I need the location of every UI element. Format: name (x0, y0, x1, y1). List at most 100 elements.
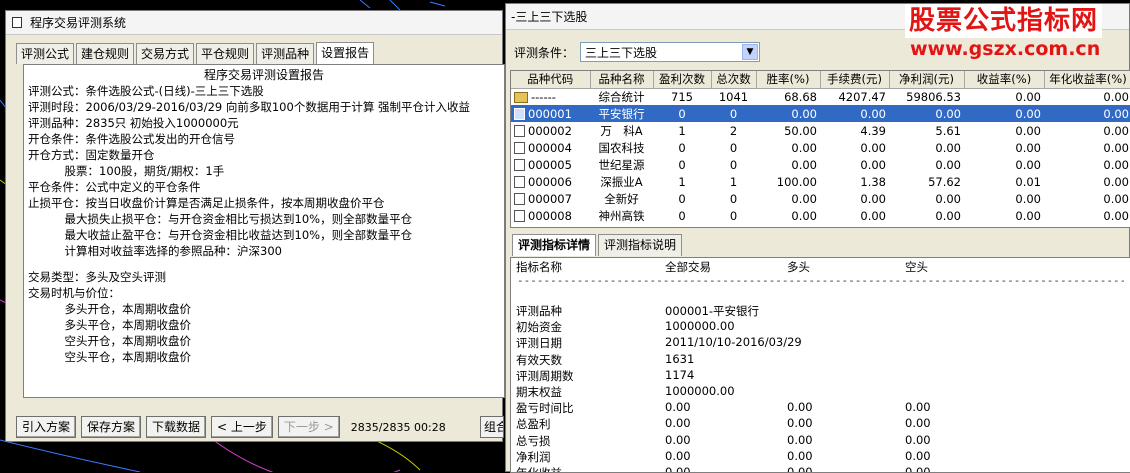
report-line: 最大收益止盈平仓：与开仓资金相比收益达到10%，则全部数量平仓 (28, 228, 413, 242)
detail-blank-row (511, 286, 1130, 302)
cell-winrate: 100.00 (776, 174, 817, 189)
tab-close-rules[interactable]: 平仓规则 (196, 43, 255, 64)
detail-header-all: 全部交易 (665, 260, 711, 274)
cell-code: 000005 (511, 156, 590, 173)
cell-annual: 0.00 (1103, 191, 1129, 206)
table-row[interactable]: 000007 全新好 0 0 0.00 0.00 0.00 0.00 0.00 (511, 190, 1130, 207)
table-row[interactable]: 000002 万 科A 1 2 50.00 4.39 5.61 0.00 0.0… (511, 122, 1130, 139)
cell-name: 综合统计 (598, 89, 645, 104)
cell-profit: 0.00 (935, 140, 961, 155)
cell-annual: 0.00 (1044, 105, 1130, 122)
detail-name: 评测周期数 (516, 368, 574, 383)
table-row[interactable]: 000004 国农科技 0 0 0.00 0.00 0.00 0.00 0.00 (511, 139, 1130, 156)
cell-winrate: 68.68 (784, 89, 817, 104)
report-line: 评测时段：2006/03/29-2016/03/29 向前多取100个数据用于计… (28, 100, 470, 114)
report-line: 评测品种：2835只 初始投入1000000元 (28, 116, 239, 130)
document-icon (514, 158, 525, 171)
tab-indicator-explanation[interactable]: 评测指标说明 (598, 234, 683, 256)
detail-name: 初始资金 (516, 320, 562, 335)
report-line: 交易类型：多头及空头评测 (28, 270, 166, 284)
table-row[interactable]: 000006 深振业A 1 1 100.00 1.38 57.62 0.01 0… (511, 173, 1130, 190)
table-row-selected[interactable]: 000001 平安银行 0 0 0.00 0.00 0.00 0.00 0.00 (511, 105, 1130, 122)
table-row[interactable]: 000005 世纪星源 0 0 0.00 0.00 0.00 0.00 0.00 (511, 156, 1130, 173)
cell-code: ------ (511, 88, 590, 105)
col-header-profit[interactable]: 净利润(元) (889, 71, 965, 89)
cell-profit: 0.00 (935, 208, 961, 223)
detail-tabs: 评测指标详情 评测指标说明 (512, 234, 684, 256)
button-bar: 引入方案 保存方案 下载数据 < 上一步 下一步 > 2835/2835 00:… (16, 416, 446, 438)
window-titlebar[interactable]: 程序交易评测系统 (6, 11, 502, 35)
stock-selection-window: -三上三下选股 评测条件： 三上三下选股 ▼ 品种代码 品种名称 盈利次数 总次… (505, 3, 1130, 473)
settings-report[interactable]: 程序交易评测设置报告 评测公式：条件选股公式-(日线)-三上三下选股 评测时段：… (23, 64, 505, 398)
detail-short: 0.00 (905, 416, 931, 431)
table-row[interactable]: 000008 神州高铁 0 0 0.00 0.00 0.00 0.00 0.00 (511, 207, 1130, 224)
detail-row: 评测品种 000001-平安银行 (511, 302, 1130, 318)
cell-annual: 0.00 (1103, 208, 1129, 223)
col-header-fee[interactable]: 手续费(元) (820, 71, 890, 89)
col-header-winrate[interactable]: 胜率(%) (756, 71, 821, 89)
condition-value: 三上三下选股 (585, 45, 658, 60)
document-icon (514, 209, 525, 222)
col-header-wins[interactable]: 盈利次数 (653, 71, 712, 89)
col-header-annual[interactable]: 年化收益率(%) (1044, 71, 1130, 89)
chevron-down-icon[interactable]: ▼ (742, 44, 759, 60)
detail-row: 总盈利 0.00 0.00 0.00 (511, 415, 1130, 431)
cell-fee: 0.00 (820, 105, 889, 122)
cell-name: 世纪星源 (598, 157, 645, 172)
tab-formula[interactable]: 评测公式 (16, 43, 75, 64)
detail-row: 盈亏时间比 0.00 0.00 0.00 (511, 399, 1130, 415)
detail-row: 初始资金 1000000.00 (511, 318, 1130, 334)
cell-fee: 0.00 (860, 208, 886, 223)
prev-step-button[interactable]: < 上一步 (211, 416, 273, 438)
cell-annual: 0.00 (1103, 174, 1129, 189)
cell-winrate: 0.00 (791, 157, 817, 172)
cell-code: 000007 (511, 190, 590, 207)
detail-all: 1000000.00 (665, 319, 735, 334)
detail-name: 盈亏时间比 (516, 401, 574, 416)
document-icon (514, 175, 525, 188)
cell-profit: 0.00 (889, 105, 964, 122)
detail-row: 评测日期 2011/10/10-2016/03/29 (511, 334, 1130, 350)
stock-table[interactable]: 品种代码 品种名称 盈利次数 总次数 胜率(%) 手续费(元) 净利润(元) 收… (510, 70, 1130, 228)
next-step-button[interactable]: 下一步 > (277, 416, 340, 438)
detail-separator: ----------------------------------------… (517, 276, 1124, 286)
cell-total: 1 (729, 174, 738, 189)
watermark-url: www.gszx.com.cn (910, 38, 1101, 60)
col-header-code[interactable]: 品种代码 (511, 71, 591, 89)
cell-profit: 59806.53 (906, 89, 961, 104)
download-data-button[interactable]: 下载数据 (146, 416, 207, 438)
condition-select[interactable]: 三上三下选股 ▼ (580, 42, 761, 62)
col-header-total[interactable]: 总次数 (711, 71, 757, 89)
window-title: 程序交易评测系统 (30, 16, 127, 30)
cell-fee: 4.39 (860, 123, 886, 138)
detail-short: 0.00 (905, 432, 931, 447)
cell-wins: 1 (678, 174, 686, 189)
tab-indicator-details[interactable]: 评测指标详情 (512, 234, 597, 256)
detail-name: 评测日期 (516, 336, 562, 351)
report-line: 平仓条件：公式中定义的平仓条件 (28, 180, 201, 194)
combo-button[interactable]: 组合 (480, 416, 504, 438)
import-scheme-button[interactable]: 引入方案 (16, 416, 77, 438)
tab-open-rules[interactable]: 建仓规则 (76, 43, 135, 64)
code-text: 000008 (528, 208, 572, 223)
col-header-return[interactable]: 收益率(%) (964, 71, 1045, 89)
detail-long: 0.00 (787, 432, 813, 447)
tab-instruments[interactable]: 评测品种 (256, 43, 315, 64)
tab-trade-mode[interactable]: 交易方式 (136, 43, 195, 64)
report-line: 开仓方式：固定数量开仓 (28, 148, 155, 162)
detail-header-short: 空头 (905, 260, 928, 274)
col-header-name[interactable]: 品种名称 (590, 71, 654, 89)
detail-long: 0.00 (787, 416, 813, 431)
save-scheme-button[interactable]: 保存方案 (81, 416, 142, 438)
document-icon (514, 124, 525, 137)
tab-settings-report[interactable]: 设置报告 (316, 42, 375, 64)
detail-name: 总亏损 (516, 433, 551, 448)
cell-winrate: 0.00 (791, 140, 817, 155)
cell-wins: 0 (653, 105, 711, 122)
detail-name: 净利润 (516, 449, 551, 464)
summary-icon (514, 91, 528, 103)
indicator-detail-panel[interactable]: 指标名称 全部交易 多头 空头 ------------------------… (510, 257, 1130, 473)
table-row-summary[interactable]: ------ 综合统计 715 1041 68.68 4207.47 59806… (511, 88, 1130, 105)
report-line: 多头开仓，本周期收盘价 (28, 302, 192, 316)
cell-wins: 0 (678, 191, 686, 206)
